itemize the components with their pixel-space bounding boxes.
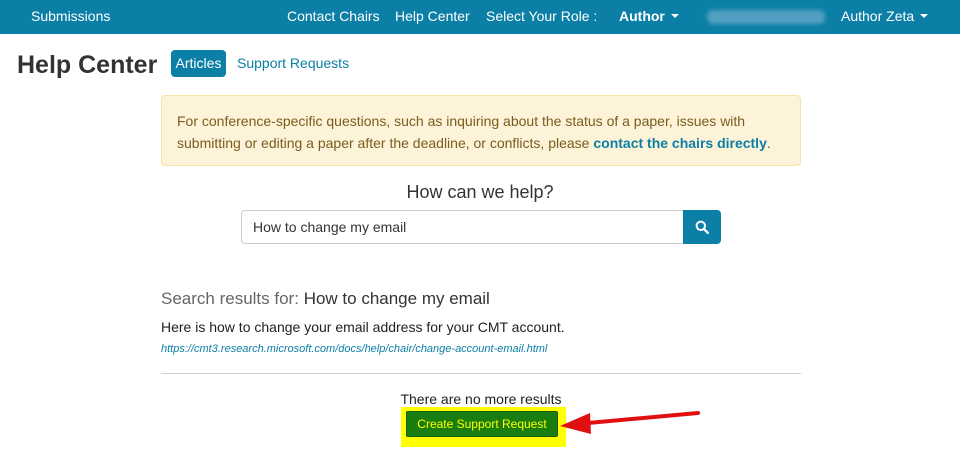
role-value: Author [619, 8, 665, 24]
search-icon [695, 220, 709, 234]
search-button[interactable] [683, 210, 721, 244]
nav-help-center[interactable]: Help Center [395, 8, 470, 25]
chevron-down-icon [670, 14, 679, 19]
annotation-arrow-icon [560, 411, 700, 434]
search-input[interactable] [241, 210, 684, 244]
no-more-results-text: There are no more results [400, 391, 562, 407]
select-role-label: Select Your Role : [486, 8, 598, 24]
help-heading: How can we help? [406, 182, 554, 202]
chevron-down-icon [920, 14, 929, 19]
create-support-request-button[interactable]: Create Support Request [406, 411, 558, 437]
result-title[interactable]: Here is how to change your email address… [161, 318, 565, 336]
contact-chairs-link[interactable]: contact the chairs directly [593, 135, 767, 151]
nav-submissions[interactable]: Submissions [31, 8, 110, 25]
results-divider [161, 373, 801, 374]
results-query: How to change my email [303, 289, 490, 308]
search-results-label: Search results for: How to change my ema… [161, 288, 490, 310]
alert-text-end: . [766, 135, 771, 151]
user-name: Author Zeta [841, 8, 915, 24]
results-prefix: Search results for: [161, 289, 299, 308]
info-alert: For conference-specific questions, such … [161, 95, 801, 166]
nav-contact-chairs[interactable]: Contact Chairs [287, 8, 380, 25]
redacted-conference-name [707, 10, 825, 24]
tab-articles[interactable]: Articles [171, 50, 226, 77]
top-navbar: Submissions Contact Chairs Help Center S… [0, 0, 960, 34]
tab-support-requests[interactable]: Support Requests [237, 50, 349, 77]
role-dropdown[interactable]: Author [619, 8, 679, 25]
user-menu[interactable]: Author Zeta [841, 8, 929, 25]
result-url-link[interactable]: https://cmt3.research.microsoft.com/docs… [161, 342, 547, 356]
page-title: Help Center [17, 51, 158, 79]
